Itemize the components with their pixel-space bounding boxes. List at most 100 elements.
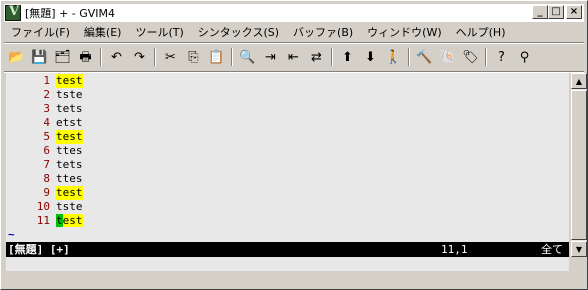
toolbar-separator bbox=[154, 48, 156, 66]
vertical-scrollbar[interactable]: ▲ ▼ bbox=[571, 73, 587, 257]
status-cursor-position: 11,1 bbox=[441, 243, 468, 256]
line-text[interactable]: tets bbox=[56, 158, 83, 172]
find-help-button[interactable]: ⚲ bbox=[513, 46, 536, 68]
maximize-button[interactable]: □ bbox=[548, 5, 564, 19]
save-all-icon: 🗂 bbox=[54, 49, 71, 65]
redo-button[interactable]: ↷ bbox=[128, 46, 151, 68]
close-button[interactable]: × bbox=[566, 5, 582, 19]
line-number: 2 bbox=[43, 88, 50, 101]
line-number: 4 bbox=[43, 116, 50, 129]
toolbar-separator bbox=[331, 48, 333, 66]
line-text[interactable]: tste bbox=[56, 200, 83, 214]
menu-window[interactable]: ウィンドウ(W) bbox=[360, 23, 448, 42]
paste-button[interactable]: 📋 bbox=[205, 46, 228, 68]
menu-edit[interactable]: 編集(E) bbox=[77, 23, 129, 42]
editor-line[interactable]: 10 tste bbox=[6, 200, 569, 214]
undo-button[interactable]: ↶ bbox=[105, 46, 128, 68]
text-cursor: t bbox=[56, 214, 63, 227]
load-session-button[interactable]: ⬆ bbox=[336, 46, 359, 68]
editor-area[interactable]: 1 test 2 tste 3 tets 4 etst 5 test 6 ttes 7 tets 8 ttes… bbox=[6, 73, 569, 242]
cut-icon: ✂ bbox=[165, 49, 176, 65]
run-script-icon: 🚶 bbox=[385, 49, 402, 65]
line-number: 5 bbox=[43, 130, 50, 143]
find-button[interactable]: 🔍 bbox=[236, 46, 259, 68]
scrollbar-thumb[interactable] bbox=[571, 90, 587, 240]
editor-line[interactable]: 7 tets bbox=[6, 158, 569, 172]
gvim-window: [無題] + - GVIM4 _ □ × ファイル(F) 編集(E) ツール(T… bbox=[0, 0, 588, 290]
tag-icon: 🏷 bbox=[462, 49, 479, 65]
line-text[interactable]: etst bbox=[56, 116, 83, 130]
replace-icon: ⇄ bbox=[311, 49, 322, 65]
menu-tools[interactable]: ツール(T) bbox=[128, 23, 190, 42]
line-text[interactable]: test bbox=[56, 186, 83, 200]
open-button[interactable]: 📂 bbox=[5, 46, 28, 68]
save-session-button[interactable]: ⬇ bbox=[359, 46, 382, 68]
find-help-icon: ⚲ bbox=[519, 49, 530, 65]
editor-line[interactable]: 3 tets bbox=[6, 102, 569, 116]
search-highlight: est bbox=[62, 214, 83, 227]
editor-line[interactable]: 11 test bbox=[6, 214, 569, 228]
line-number: 10 bbox=[36, 200, 50, 213]
load-session-icon: ⬆ bbox=[342, 49, 353, 65]
cut-button[interactable]: ✂ bbox=[159, 46, 182, 68]
undo-icon: ↶ bbox=[111, 49, 122, 65]
editor-line[interactable]: 6 ttes bbox=[6, 144, 569, 158]
copy-button[interactable]: ⎘ bbox=[182, 46, 205, 68]
line-number: 3 bbox=[43, 102, 50, 115]
editor-line[interactable]: 8 ttes bbox=[6, 172, 569, 186]
menu-buffers[interactable]: バッファ(B) bbox=[286, 23, 360, 42]
open-icon: 📂 bbox=[8, 49, 25, 65]
shell-button[interactable]: 🐚 bbox=[436, 46, 459, 68]
command-line[interactable] bbox=[6, 257, 569, 271]
line-text[interactable]: test bbox=[56, 74, 83, 88]
empty-line-tilde: ~ bbox=[8, 228, 15, 241]
line-number: 9 bbox=[43, 186, 50, 199]
editor-line[interactable]: 2 tste bbox=[6, 88, 569, 102]
editor-line[interactable]: 1 test bbox=[6, 74, 569, 88]
menu-help[interactable]: ヘルプ(H) bbox=[449, 23, 513, 42]
find-next-button[interactable]: ⇥ bbox=[259, 46, 282, 68]
line-text[interactable]: tste bbox=[56, 88, 83, 102]
line-text[interactable]: test bbox=[56, 214, 83, 228]
paste-icon: 📋 bbox=[208, 49, 225, 65]
toolbar-separator bbox=[231, 48, 233, 66]
line-text[interactable]: tets bbox=[56, 102, 83, 116]
scroll-up-button[interactable]: ▲ bbox=[571, 73, 587, 89]
status-filename: [無題] [+] bbox=[8, 243, 70, 256]
find-prev-icon: ⇤ bbox=[288, 49, 299, 65]
line-text[interactable]: ttes bbox=[56, 172, 83, 186]
save-all-button[interactable]: 🗂 bbox=[51, 46, 74, 68]
menu-bar: ファイル(F) 編集(E) ツール(T) シンタックス(S) バッファ(B) ウ… bbox=[4, 23, 584, 42]
minimize-button[interactable]: _ bbox=[532, 5, 548, 19]
replace-button[interactable]: ⇄ bbox=[305, 46, 328, 68]
find-next-icon: ⇥ bbox=[265, 49, 276, 65]
tag-button[interactable]: 🏷 bbox=[459, 46, 482, 68]
make-button[interactable]: 🔨 bbox=[413, 46, 436, 68]
editor-line[interactable]: 4 etst bbox=[6, 116, 569, 130]
toolbar-separator bbox=[485, 48, 487, 66]
line-number: 6 bbox=[43, 144, 50, 157]
save-button[interactable]: 💾 bbox=[28, 46, 51, 68]
make-icon: 🔨 bbox=[416, 49, 433, 65]
line-number: 7 bbox=[43, 158, 50, 171]
print-button[interactable]: 🖶 bbox=[74, 46, 97, 68]
line-text[interactable]: test bbox=[56, 130, 83, 144]
menu-file[interactable]: ファイル(F) bbox=[4, 23, 77, 42]
find-prev-button[interactable]: ⇤ bbox=[282, 46, 305, 68]
toolbar-separator bbox=[100, 48, 102, 66]
editor-line[interactable]: 9 test bbox=[6, 186, 569, 200]
line-number: 8 bbox=[43, 172, 50, 185]
line-text[interactable]: ttes bbox=[56, 144, 83, 158]
toolbar-separator bbox=[408, 48, 410, 66]
editor-line[interactable]: 5 test bbox=[6, 130, 569, 144]
text-buffer[interactable]: 1 test 2 tste 3 tets 4 etst 5 test 6 ttes 7 tets 8 ttes… bbox=[6, 73, 569, 228]
title-bar[interactable]: [無題] + - GVIM4 _ □ × bbox=[4, 4, 584, 22]
scroll-down-button[interactable]: ▼ bbox=[571, 241, 587, 257]
vim-app-icon[interactable] bbox=[5, 4, 21, 21]
help-button[interactable]: ? bbox=[490, 46, 513, 68]
help-icon: ? bbox=[498, 49, 505, 65]
status-line: [無題] [+] 11,1 全て bbox=[6, 242, 569, 257]
menu-syntax[interactable]: シンタックス(S) bbox=[191, 23, 286, 42]
run-script-button[interactable]: 🚶 bbox=[382, 46, 405, 68]
line-number: 11 bbox=[36, 214, 50, 227]
